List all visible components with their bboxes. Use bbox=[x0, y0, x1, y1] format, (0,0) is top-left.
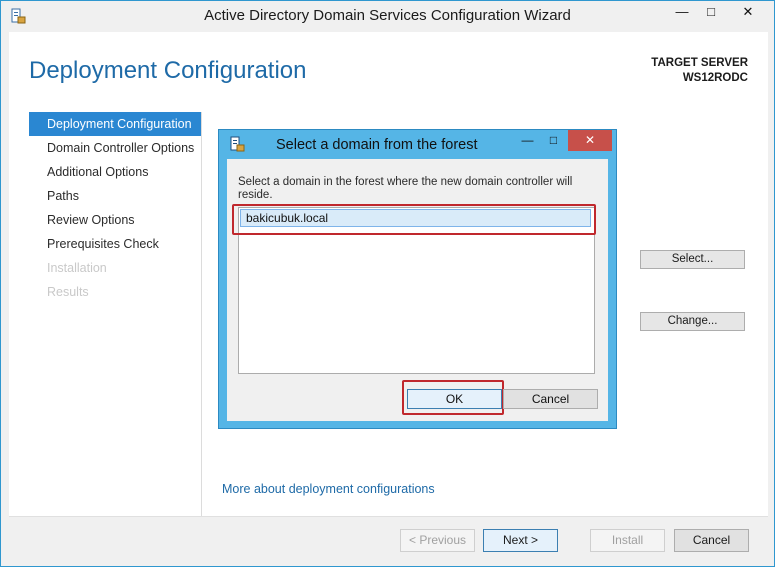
next-button[interactable]: Next > bbox=[483, 529, 558, 552]
title-bar: Active Directory Domain Services Configu… bbox=[1, 1, 774, 32]
dialog-content: Select a domain in the forest where the … bbox=[227, 159, 608, 421]
install-button: Install bbox=[590, 529, 665, 552]
dialog-instruction: Select a domain in the forest where the … bbox=[238, 176, 573, 201]
maximize-button[interactable]: □ bbox=[698, 1, 724, 22]
target-server-name: WS12RODC bbox=[682, 72, 748, 84]
page-title: Deployment Configuration bbox=[29, 57, 307, 84]
minimize-icon: — bbox=[521, 133, 534, 147]
previous-button: < Previous bbox=[400, 529, 475, 552]
wizard-window: Active Directory Domain Services Configu… bbox=[0, 0, 775, 567]
dialog-cancel-button[interactable]: Cancel bbox=[503, 389, 598, 409]
server-manager-icon bbox=[230, 136, 245, 152]
dialog-title: Select a domain from the forest bbox=[276, 137, 478, 153]
target-server: TARGET SERVER WS12RODC bbox=[651, 56, 748, 86]
close-button[interactable]: ✕ bbox=[728, 1, 768, 22]
dialog-minimize-button[interactable]: — bbox=[515, 130, 540, 151]
dialog-close-button[interactable]: ✕ bbox=[568, 130, 612, 151]
nav-item-review-options[interactable]: Review Options bbox=[29, 208, 201, 232]
cancel-button[interactable]: Cancel bbox=[674, 529, 749, 552]
select-domain-dialog: Select a domain from the forest — □ ✕ Se… bbox=[218, 129, 617, 429]
wizard-footer: < Previous Next > Install Cancel bbox=[9, 516, 768, 561]
nav-item-domain-controller-options[interactable]: Domain Controller Options bbox=[29, 136, 201, 160]
wizard-nav: Deployment Configuration Domain Controll… bbox=[29, 112, 201, 304]
nav-item-additional-options[interactable]: Additional Options bbox=[29, 160, 201, 184]
minimize-button[interactable]: — bbox=[669, 1, 695, 22]
close-icon: ✕ bbox=[742, 4, 754, 19]
nav-item-installation: Installation bbox=[47, 261, 107, 275]
maximize-icon: □ bbox=[549, 133, 558, 147]
close-icon: ✕ bbox=[584, 133, 596, 147]
select-button[interactable]: Select... bbox=[640, 250, 745, 269]
nav-item-prerequisites-check[interactable]: Prerequisites Check bbox=[29, 232, 201, 256]
maximize-icon: □ bbox=[707, 4, 715, 19]
nav-divider bbox=[201, 112, 202, 520]
target-server-label: TARGET SERVER bbox=[651, 57, 748, 69]
highlight-box bbox=[402, 380, 504, 415]
nav-item-results: Results bbox=[47, 285, 89, 299]
more-about-link[interactable]: More about deployment configurations bbox=[222, 482, 435, 496]
minimize-icon: — bbox=[675, 4, 689, 19]
window-title: Active Directory Domain Services Configu… bbox=[204, 7, 571, 24]
dialog-maximize-button[interactable]: □ bbox=[541, 130, 566, 151]
highlight-box bbox=[232, 204, 596, 235]
nav-item-paths[interactable]: Paths bbox=[29, 184, 201, 208]
change-button[interactable]: Change... bbox=[640, 312, 745, 331]
nav-item-deployment-configuration[interactable]: Deployment Configuration bbox=[29, 112, 201, 136]
